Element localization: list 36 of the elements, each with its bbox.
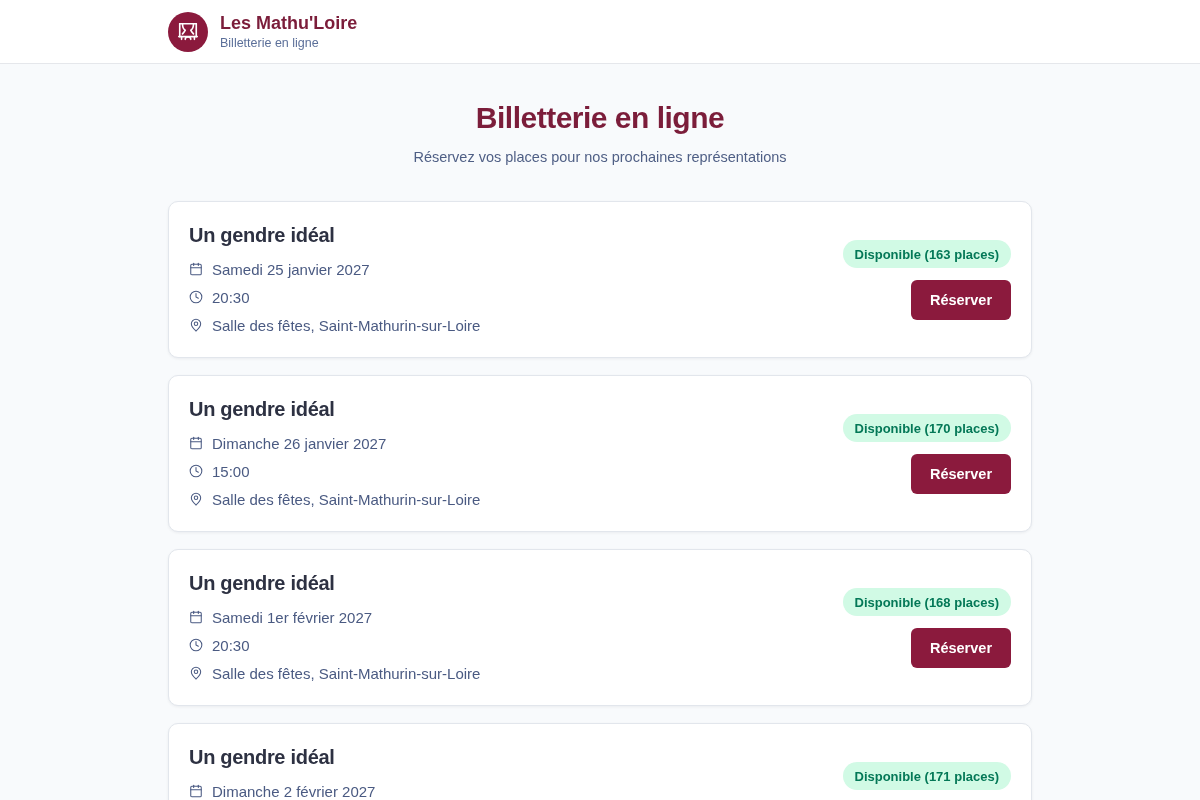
event-detail-text: Salle des fêtes, Saint-Mathurin-sur-Loire bbox=[212, 316, 481, 334]
event-title: Un gendre idéal bbox=[189, 223, 336, 248]
clock-icon bbox=[189, 464, 203, 478]
clock-icon bbox=[189, 290, 203, 304]
event-detail-text: 20:30 bbox=[212, 636, 250, 654]
event-detail-text: 20:30 bbox=[212, 288, 250, 306]
availability-badge: Disponible (171 places) bbox=[842, 762, 1011, 790]
map-pin-icon bbox=[189, 492, 203, 506]
calendar-icon bbox=[189, 262, 203, 276]
page-subtitle: Réservez vos places pour nos prochaines représentations bbox=[413, 148, 787, 167]
calendar-icon bbox=[189, 436, 203, 450]
calendar-icon bbox=[189, 784, 203, 798]
event-title: Un gendre idéal bbox=[189, 571, 336, 596]
event-title: Un gendre idéal bbox=[189, 745, 336, 770]
availability-badge: Disponible (170 places) bbox=[842, 414, 1011, 442]
availability-badge: Disponible (168 places) bbox=[842, 588, 1011, 616]
site-title: Les Mathu'Loire bbox=[220, 12, 358, 34]
event-detail-text: Salle des fêtes, Saint-Mathurin-sur-Loire bbox=[212, 490, 481, 508]
event-title: Un gendre idéal bbox=[189, 397, 336, 422]
page-title: Billetterie en ligne bbox=[475, 100, 725, 136]
reserve-button[interactable]: Réserver bbox=[911, 280, 1011, 320]
event-detail-text: Samedi 1er février 2027 bbox=[212, 608, 373, 626]
event-detail-text: Salle des fêtes, Saint-Mathurin-sur-Loire bbox=[212, 664, 481, 682]
reserve-button[interactable]: Réserver bbox=[911, 628, 1011, 668]
map-pin-icon bbox=[189, 666, 203, 680]
reserve-button[interactable]: Réserver bbox=[911, 454, 1011, 494]
event-detail-text: 15:00 bbox=[212, 462, 250, 480]
event-detail-text: Dimanche 2 février 2027 bbox=[212, 782, 376, 800]
map-pin-icon bbox=[189, 318, 203, 332]
event-detail-text: Samedi 25 janvier 2027 bbox=[212, 260, 370, 278]
availability-badge: Disponible (163 places) bbox=[842, 240, 1011, 268]
site-subtitle: Billetterie en ligne bbox=[220, 35, 320, 51]
theater-curtain-logo-icon bbox=[168, 11, 208, 52]
calendar-icon bbox=[189, 610, 203, 624]
event-detail-text: Dimanche 26 janvier 2027 bbox=[212, 434, 387, 452]
clock-icon bbox=[189, 638, 203, 652]
